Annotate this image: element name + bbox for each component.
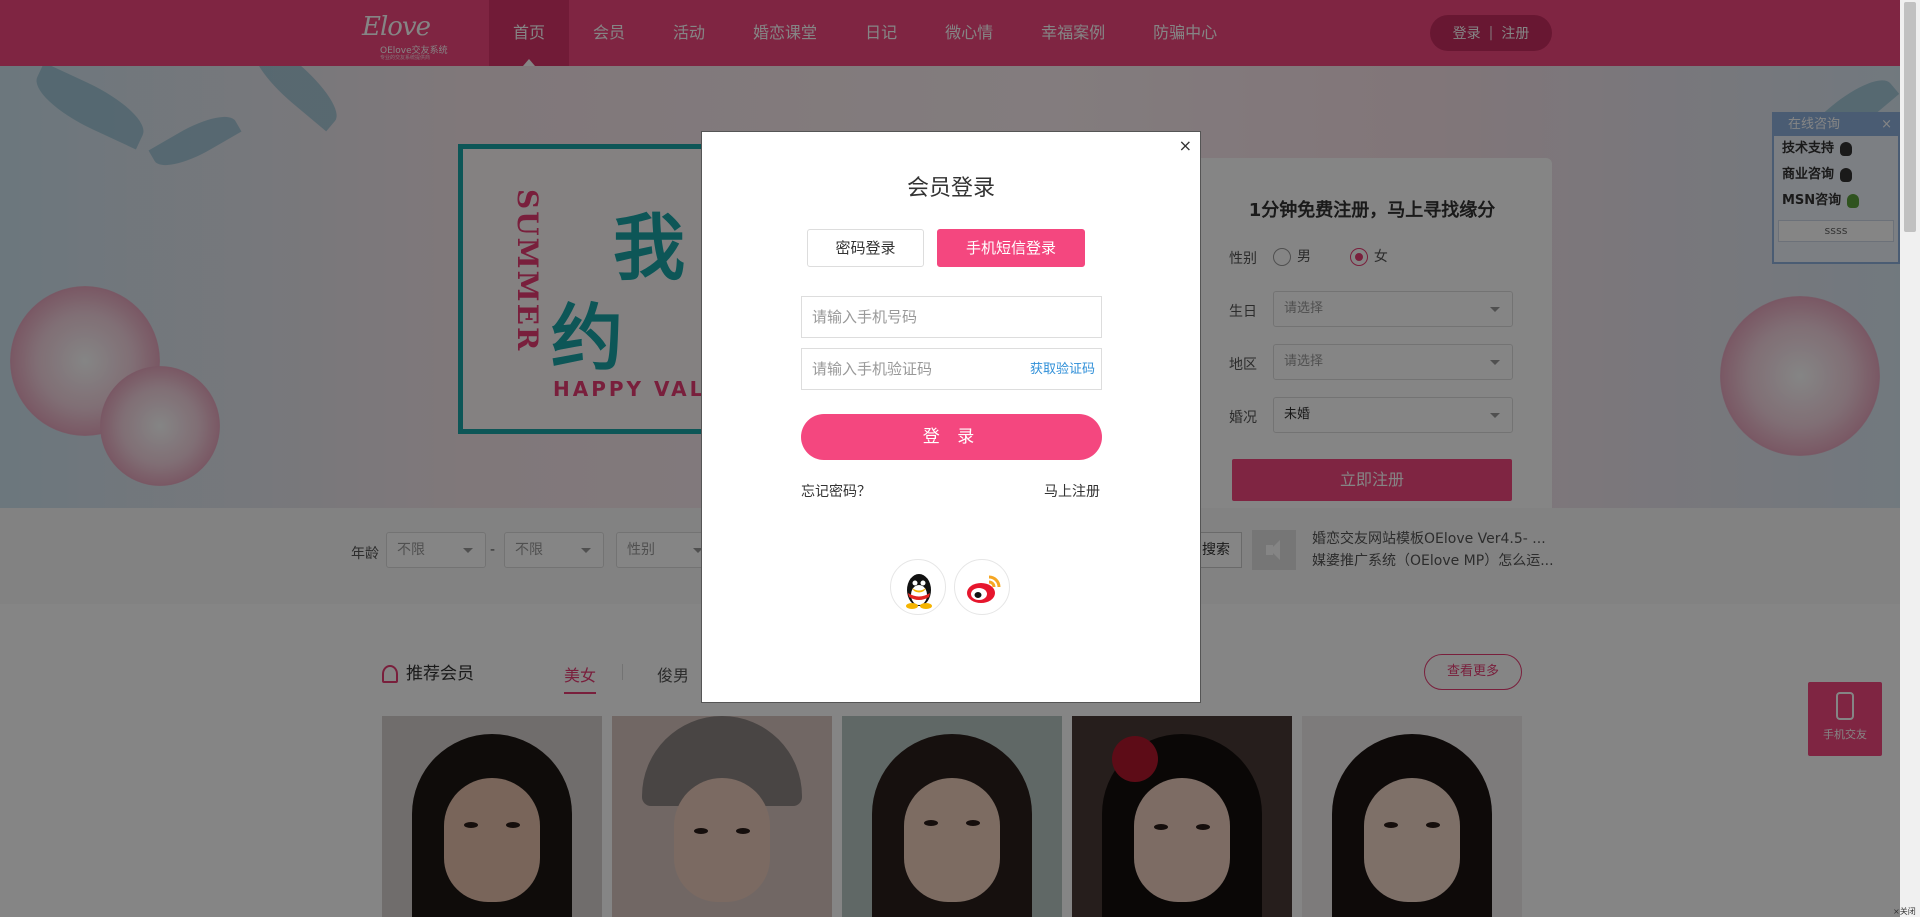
password-login-tab[interactable]: 密码登录 (807, 229, 924, 267)
weibo-icon (967, 575, 1001, 603)
login-submit-button[interactable]: 登 录 (801, 414, 1102, 460)
modal-close-icon[interactable]: × (1179, 136, 1192, 155)
qq-login-icon[interactable] (890, 559, 946, 615)
phone-number-input[interactable] (801, 296, 1102, 338)
qq-icon (906, 574, 932, 609)
scrollbar-thumb[interactable] (1904, 2, 1916, 232)
forgot-password-link[interactable]: 忘记密码？ (801, 481, 871, 501)
corner-close-link[interactable]: ×关闭 (1893, 906, 1916, 917)
page-scrollbar[interactable] (1900, 0, 1920, 917)
register-now-link[interactable]: 马上注册 (1044, 481, 1100, 501)
sms-login-tab[interactable]: 手机短信登录 (937, 229, 1085, 267)
login-modal: × 会员登录 密码登录 手机短信登录 获取验证码 登 录 忘记密码？ 马上注册 (701, 131, 1201, 703)
get-code-link[interactable]: 获取验证码 (1030, 358, 1095, 377)
weibo-login-icon[interactable] (954, 559, 1010, 615)
modal-title: 会员登录 (906, 176, 995, 201)
